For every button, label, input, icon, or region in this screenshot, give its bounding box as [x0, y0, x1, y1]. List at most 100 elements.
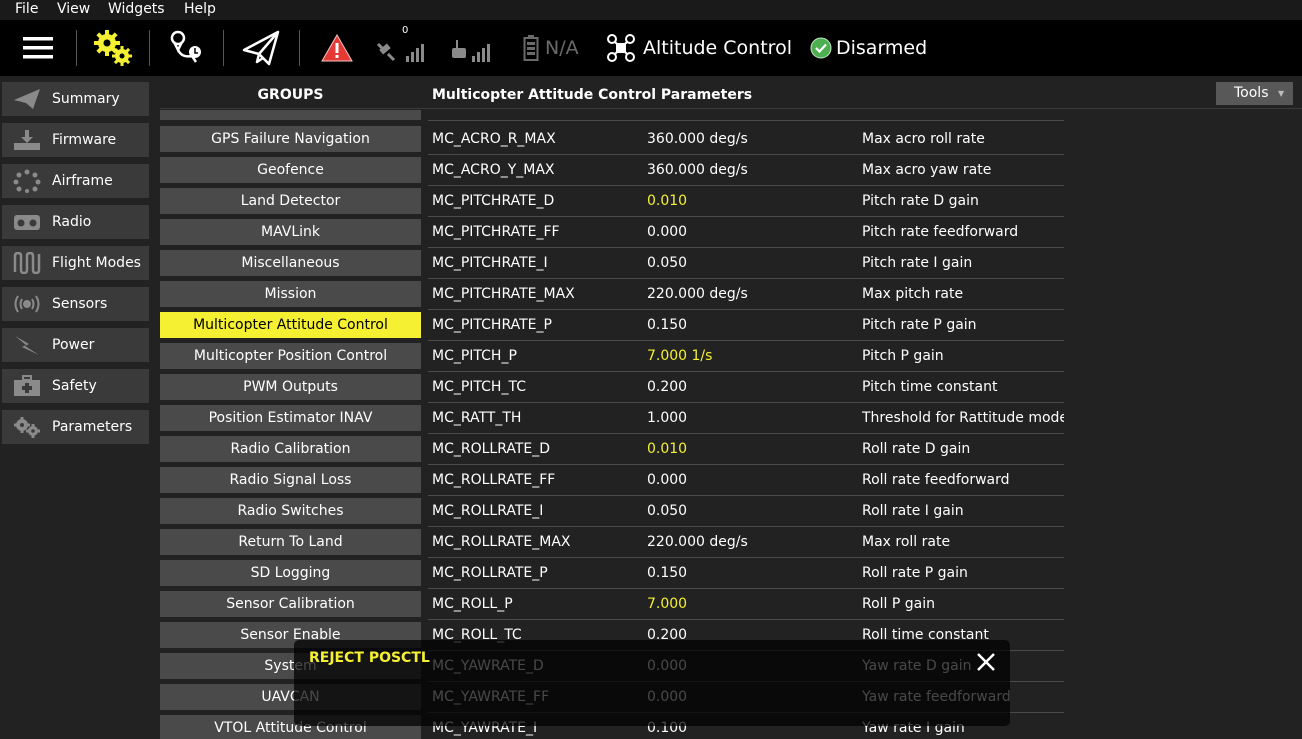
table-row[interactable]: MC_ROLLRATE_MAX 220.000 deg/s Max roll rat… [428, 527, 1064, 558]
group-item[interactable]: Miscellaneous [160, 250, 421, 276]
param-value[interactable]: 220.000 deg/s [647, 527, 748, 557]
table-row[interactable]: MC_ROLLRATE_P 0.150 Roll rate P gain [428, 558, 1064, 589]
battery-status: N/A [545, 37, 579, 59]
toolbar-divider [149, 30, 150, 66]
table-row[interactable]: MC_PITCHRATE_MAX 220.000 deg/s Max pitch r… [428, 279, 1064, 310]
sidebar-item-label: Parameters [52, 419, 133, 435]
drone-icon[interactable] [604, 20, 638, 76]
param-name: MC_PITCHRATE_P [432, 317, 552, 333]
toolbar-divider [76, 30, 77, 66]
paper-plane-icon [12, 87, 42, 111]
group-item[interactable]: Land Detector [160, 188, 421, 214]
sidebar-item-parameters[interactable]: Parameters [2, 410, 149, 444]
param-value[interactable]: 220.000 deg/s [647, 279, 748, 309]
group-item[interactable]: GPS Failure Navigation [160, 126, 421, 152]
param-value[interactable]: 0.150 [647, 558, 687, 588]
flight-mode[interactable]: Altitude Control [643, 20, 792, 76]
group-item-partial[interactable] [160, 110, 421, 120]
param-description: Roll rate D gain [862, 441, 971, 457]
table-row[interactable]: MC_PITCHRATE_P 0.150 Pitch rate P gain [428, 310, 1064, 341]
sidebar-item-label: Power [52, 337, 95, 353]
group-item[interactable]: PWM Outputs [160, 374, 421, 400]
param-value[interactable]: 0.000 [647, 465, 687, 495]
table-row[interactable]: MC_ACRO_R_MAX 360.000 deg/s Max acro roll … [428, 124, 1064, 155]
group-item[interactable]: MAVLink [160, 219, 421, 245]
param-value[interactable]: 360.000 deg/s [647, 155, 748, 185]
group-item[interactable]: Multicopter Position Control [160, 343, 421, 369]
group-item[interactable]: Position Estimator INAV [160, 405, 421, 431]
table-row[interactable]: MC_ROLLRATE_I 0.050 Roll rate I gain [428, 496, 1064, 527]
close-icon[interactable] [974, 650, 998, 674]
sidebar-item-label: Firmware [52, 132, 117, 148]
param-value[interactable]: 360.000 deg/s [647, 124, 748, 154]
param-name: MC_PITCHRATE_MAX [432, 286, 575, 302]
param-value[interactable]: 0.010 [647, 434, 687, 464]
table-row[interactable]: MC_PITCHRATE_FF 0.000 Pitch rate feedforwa… [428, 217, 1064, 248]
menu-help[interactable]: Help [184, 0, 216, 20]
param-value[interactable]: 0.050 [647, 248, 687, 278]
group-item[interactable]: Radio Calibration [160, 436, 421, 462]
param-description: Pitch rate feedforward [862, 224, 1019, 240]
table-row[interactable]: MC_PITCH_P 7.000 1/s Pitch P gain [428, 341, 1064, 372]
param-description: Pitch time constant [862, 379, 998, 395]
param-value[interactable]: 0.050 [647, 496, 687, 526]
check-circle-icon [808, 20, 834, 76]
sidebar-item-radio[interactable]: Radio [2, 205, 149, 239]
gps-satellite-icon[interactable] [376, 20, 424, 76]
param-description: Roll rate feedforward [862, 472, 1010, 488]
param-description: Pitch rate P gain [862, 317, 977, 333]
table-row[interactable]: MC_PITCH_TC 0.200 Pitch time constant [428, 372, 1064, 403]
chevron-down-icon: ▼ [1278, 89, 1285, 98]
menu-file[interactable]: File [15, 0, 38, 20]
menu-view[interactable]: View [57, 0, 90, 20]
table-row[interactable]: MC_ROLLRATE_FF 0.000 Roll rate feedforward [428, 465, 1064, 496]
groups-header: GROUPS [257, 87, 324, 103]
menu-widgets[interactable]: Widgets [108, 0, 165, 20]
sidebar-item-label: Flight Modes [52, 255, 141, 271]
table-row-partial [428, 110, 1064, 121]
table-row[interactable]: MC_ROLLRATE_D 0.010 Roll rate D gain [428, 434, 1064, 465]
param-value[interactable]: 0.010 [647, 186, 687, 216]
table-row[interactable]: MC_ROLL_P 7.000 Roll P gain [428, 589, 1064, 620]
param-description: Roll P gain [862, 596, 936, 612]
sidebar-item-summary[interactable]: Summary [2, 82, 149, 116]
sidebar-item-label: Summary [52, 91, 120, 107]
sidebar-item-safety[interactable]: Safety [2, 369, 149, 403]
warning-triangle-icon[interactable] [318, 20, 356, 76]
group-item[interactable]: Radio Switches [160, 498, 421, 524]
table-row[interactable]: MC_RATT_TH 1.000 Threshold for Rattitude m… [428, 403, 1064, 434]
table-row[interactable]: MC_ACRO_Y_MAX 360.000 deg/s Max acro yaw r… [428, 155, 1064, 186]
arm-status[interactable]: Disarmed [836, 20, 927, 76]
group-item[interactable]: Radio Signal Loss [160, 467, 421, 493]
params-header: Multicopter Attitude Control Parameters [432, 87, 753, 103]
plan-route-icon[interactable] [162, 20, 210, 76]
param-value[interactable]: 0.200 [647, 372, 687, 402]
param-value[interactable]: 0.150 [647, 310, 687, 340]
first-aid-kit-icon [12, 374, 42, 398]
tools-button[interactable]: Tools ▼ [1216, 82, 1293, 105]
group-item[interactable]: Geofence [160, 157, 421, 183]
group-item[interactable]: Return To Land [160, 529, 421, 555]
param-value[interactable]: 0.000 [647, 217, 687, 247]
sidebar-item-firmware[interactable]: Firmware [2, 123, 149, 157]
param-value[interactable]: 7.000 [647, 589, 687, 619]
table-row[interactable]: MC_PITCHRATE_I 0.050 Pitch rate I gain [428, 248, 1064, 279]
paper-plane-icon[interactable] [238, 20, 284, 76]
param-value[interactable]: 1.000 [647, 403, 687, 433]
group-item[interactable]: Multicopter Attitude Control [160, 312, 421, 338]
param-name: MC_ROLLRATE_FF [432, 472, 556, 488]
gears-icon[interactable] [88, 20, 138, 76]
sidebar-item-power[interactable]: Power [2, 328, 149, 362]
sidebar-item-flight-modes[interactable]: Flight Modes [2, 246, 149, 280]
sidebar-item-label: Radio [52, 214, 92, 230]
table-row[interactable]: MC_PITCHRATE_D 0.010 Pitch rate D gain [428, 186, 1064, 217]
group-item[interactable]: SD Logging [160, 560, 421, 586]
param-description: Pitch rate D gain [862, 193, 979, 209]
group-item[interactable]: Sensor Calibration [160, 591, 421, 617]
sidebar-item-sensors[interactable]: Sensors [2, 287, 149, 321]
rc-signal-icon[interactable] [448, 20, 496, 76]
param-value[interactable]: 7.000 1/s [647, 341, 712, 371]
sidebar-item-airframe[interactable]: Airframe [2, 164, 149, 198]
group-item[interactable]: Mission [160, 281, 421, 307]
menu-icon[interactable] [18, 20, 58, 76]
